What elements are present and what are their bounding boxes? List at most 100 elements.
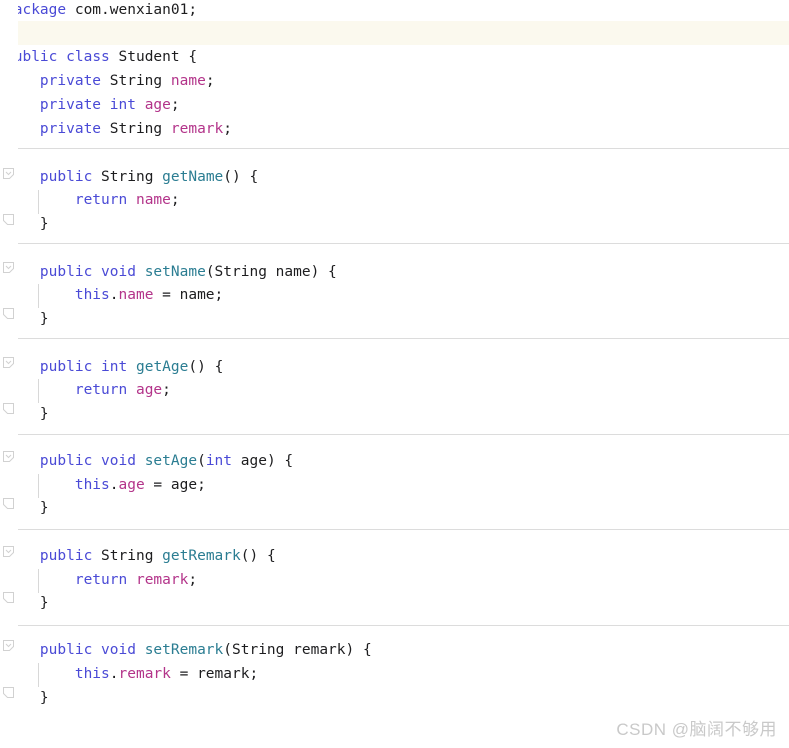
fold-expanded-icon[interactable]	[3, 640, 14, 651]
code-token-kw: public	[39, 169, 93, 185]
code-line-content: package com.wenxian01;	[0, 0, 197, 22]
code-line[interactable]: private String remark;	[0, 118, 789, 141]
code-line[interactable]: return name;	[0, 189, 789, 212]
code-line[interactable]	[0, 237, 789, 260]
code-line-content: private String remark;	[0, 118, 232, 141]
fold-expanded-icon[interactable]	[3, 357, 14, 368]
code-token-pln	[127, 382, 136, 398]
code-line[interactable]: }	[0, 687, 789, 710]
code-token-pln	[162, 121, 171, 137]
code-line[interactable]: }	[0, 308, 789, 331]
code-token-mth: setAge	[144, 453, 198, 469]
code-line[interactable]	[0, 332, 789, 355]
code-line[interactable]: public void setAge(int age) {	[0, 450, 789, 473]
code-token-pln: com.wenxian01;	[66, 2, 198, 18]
code-line[interactable]: return remark;	[0, 569, 789, 592]
code-line-content: return age;	[0, 379, 171, 402]
code-token-kw: private	[39, 97, 102, 113]
code-line[interactable]: public String getRemark() {	[0, 545, 789, 568]
code-line[interactable]: }	[0, 592, 789, 615]
fold-expanded-icon[interactable]	[3, 451, 14, 462]
code-token-kw: public	[39, 642, 93, 658]
code-token-pln: () {	[188, 359, 224, 375]
code-line[interactable]: public void setName(String name) {	[0, 261, 789, 284]
code-token-fld: age	[135, 382, 163, 398]
code-line[interactable]: package com.wenxian01;	[0, 0, 789, 22]
code-line[interactable]: public String getName() {	[0, 166, 789, 189]
code-token-pln: {	[179, 49, 198, 65]
code-token-pln	[92, 642, 101, 658]
code-line[interactable]: private String name;	[0, 70, 789, 93]
code-token-pln: name) {	[266, 264, 337, 280]
fold-expanded-icon[interactable]	[3, 262, 14, 273]
code-token-typ: String	[214, 264, 267, 280]
code-token-pln: (	[197, 453, 206, 469]
code-token-kw: class	[66, 49, 110, 65]
code-line-content: public String getRemark() {	[0, 545, 276, 568]
code-token-fld: name	[118, 287, 154, 303]
fold-end-icon[interactable]	[3, 687, 14, 698]
code-token-typ: String	[101, 169, 154, 185]
fold-expanded-icon[interactable]	[3, 546, 14, 557]
code-token-kw: void	[101, 453, 136, 469]
code-token-kw: int	[101, 359, 128, 375]
code-line[interactable]	[0, 521, 789, 544]
code-line[interactable]	[0, 142, 789, 165]
code-token-pln: () {	[240, 548, 276, 564]
code-line[interactable]: private int age;	[0, 94, 789, 117]
code-token-kw: private	[39, 73, 102, 89]
code-token-typ: String	[109, 73, 163, 89]
code-token-kw: int	[109, 97, 136, 113]
code-line[interactable]	[0, 427, 789, 450]
code-token-kw: void	[101, 264, 136, 280]
code-token-pln	[162, 73, 171, 89]
code-token-pln: age) {	[232, 453, 294, 469]
code-token-pln	[57, 49, 66, 65]
code-line[interactable]: }	[0, 403, 789, 426]
code-token-typ: Student	[118, 49, 180, 65]
code-token-fld: remark	[118, 666, 171, 682]
code-token-kw: return	[74, 382, 128, 398]
code-token-pln: ;	[205, 73, 215, 89]
code-line[interactable]: public int getAge() {	[0, 356, 789, 379]
code-token-pln	[101, 97, 110, 113]
code-token-pln	[92, 264, 101, 280]
code-text-area[interactable]: package com.wenxian01; public class Stude…	[0, 0, 789, 748]
code-token-kw: private	[39, 121, 102, 137]
code-line-content: private int age;	[0, 94, 180, 117]
code-token-kw: public	[39, 548, 93, 564]
code-line[interactable]: this.name = name;	[0, 284, 789, 307]
code-line-content: public String getName() {	[0, 166, 258, 189]
fold-end-icon[interactable]	[3, 498, 14, 509]
code-token-pln: ;	[170, 97, 180, 113]
fold-end-icon[interactable]	[3, 308, 14, 319]
code-line[interactable]: public void setRemark(String remark) {	[0, 639, 789, 662]
code-line[interactable]: this.age = age;	[0, 474, 789, 497]
code-token-pln: ;	[162, 382, 171, 398]
code-line[interactable]: this.remark = remark;	[0, 663, 789, 686]
code-token-pln	[127, 572, 136, 588]
code-token-pln: .	[109, 477, 119, 493]
code-token-fld: name	[135, 192, 171, 208]
code-token-pln: ;	[188, 572, 198, 588]
code-token-pln	[136, 264, 145, 280]
code-token-fld: name	[170, 73, 206, 89]
fold-end-icon[interactable]	[3, 214, 14, 225]
code-token-mth: getRemark	[162, 548, 241, 564]
code-token-pln	[110, 49, 119, 65]
fold-expanded-icon[interactable]	[3, 168, 14, 179]
fold-end-icon[interactable]	[3, 403, 14, 414]
fold-gutter[interactable]	[0, 0, 18, 748]
code-line-content: public void setName(String name) {	[0, 261, 337, 284]
code-line[interactable]: public class Student {	[0, 46, 789, 69]
fold-end-icon[interactable]	[3, 592, 14, 603]
code-token-pln	[136, 642, 145, 658]
code-token-pln: ;	[223, 121, 233, 137]
code-line[interactable]: return age;	[0, 379, 789, 402]
code-line[interactable]: }	[0, 497, 789, 520]
code-line[interactable]	[0, 616, 789, 639]
code-editor[interactable]: package com.wenxian01; public class Stude…	[0, 0, 789, 748]
code-line[interactable]	[0, 22, 789, 45]
code-line-content: public class Student {	[0, 46, 197, 69]
code-line[interactable]: }	[0, 213, 789, 236]
